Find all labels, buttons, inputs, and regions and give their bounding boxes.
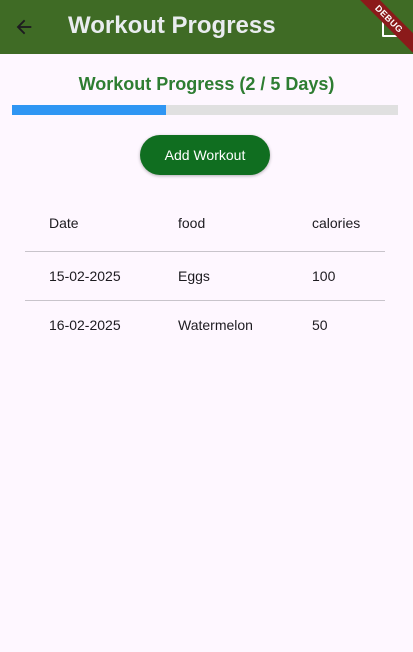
column-header-food: food [178, 215, 206, 231]
table-cell-date: 16-02-2025 [49, 317, 121, 333]
progress-bar-fill [12, 105, 167, 115]
table-cell-food: Watermelon [178, 317, 253, 333]
table-cell-food: Eggs [178, 268, 210, 284]
table-cell-date: 15-02-2025 [49, 268, 121, 284]
table-cell-calories: 50 [312, 317, 328, 333]
table-cell-calories: 100 [312, 268, 336, 284]
table-row: 16-02-2025 Watermelon 50 [25, 301, 385, 349]
back-button[interactable] [10, 13, 38, 41]
file-icon [382, 15, 400, 37]
workout-table: Date food calories 15-02-2025 Eggs 100 1… [25, 195, 385, 349]
app-bar-title: Workout Progress [68, 12, 276, 39]
progress-title: Workout Progress (2 / 5 Days) [78, 74, 335, 94]
add-workout-button[interactable]: Add Workout [140, 135, 270, 175]
arrow-back-icon [16, 19, 32, 35]
file-button[interactable] [377, 12, 405, 40]
progress-bar [12, 105, 398, 115]
column-header-calories: calories [312, 215, 361, 231]
table-header-row: Date food calories [25, 195, 385, 252]
column-header-date: Date [49, 215, 79, 231]
table-row: 15-02-2025 Eggs 100 [25, 252, 385, 301]
app-bar: Workout Progress DEBUG [0, 0, 413, 54]
